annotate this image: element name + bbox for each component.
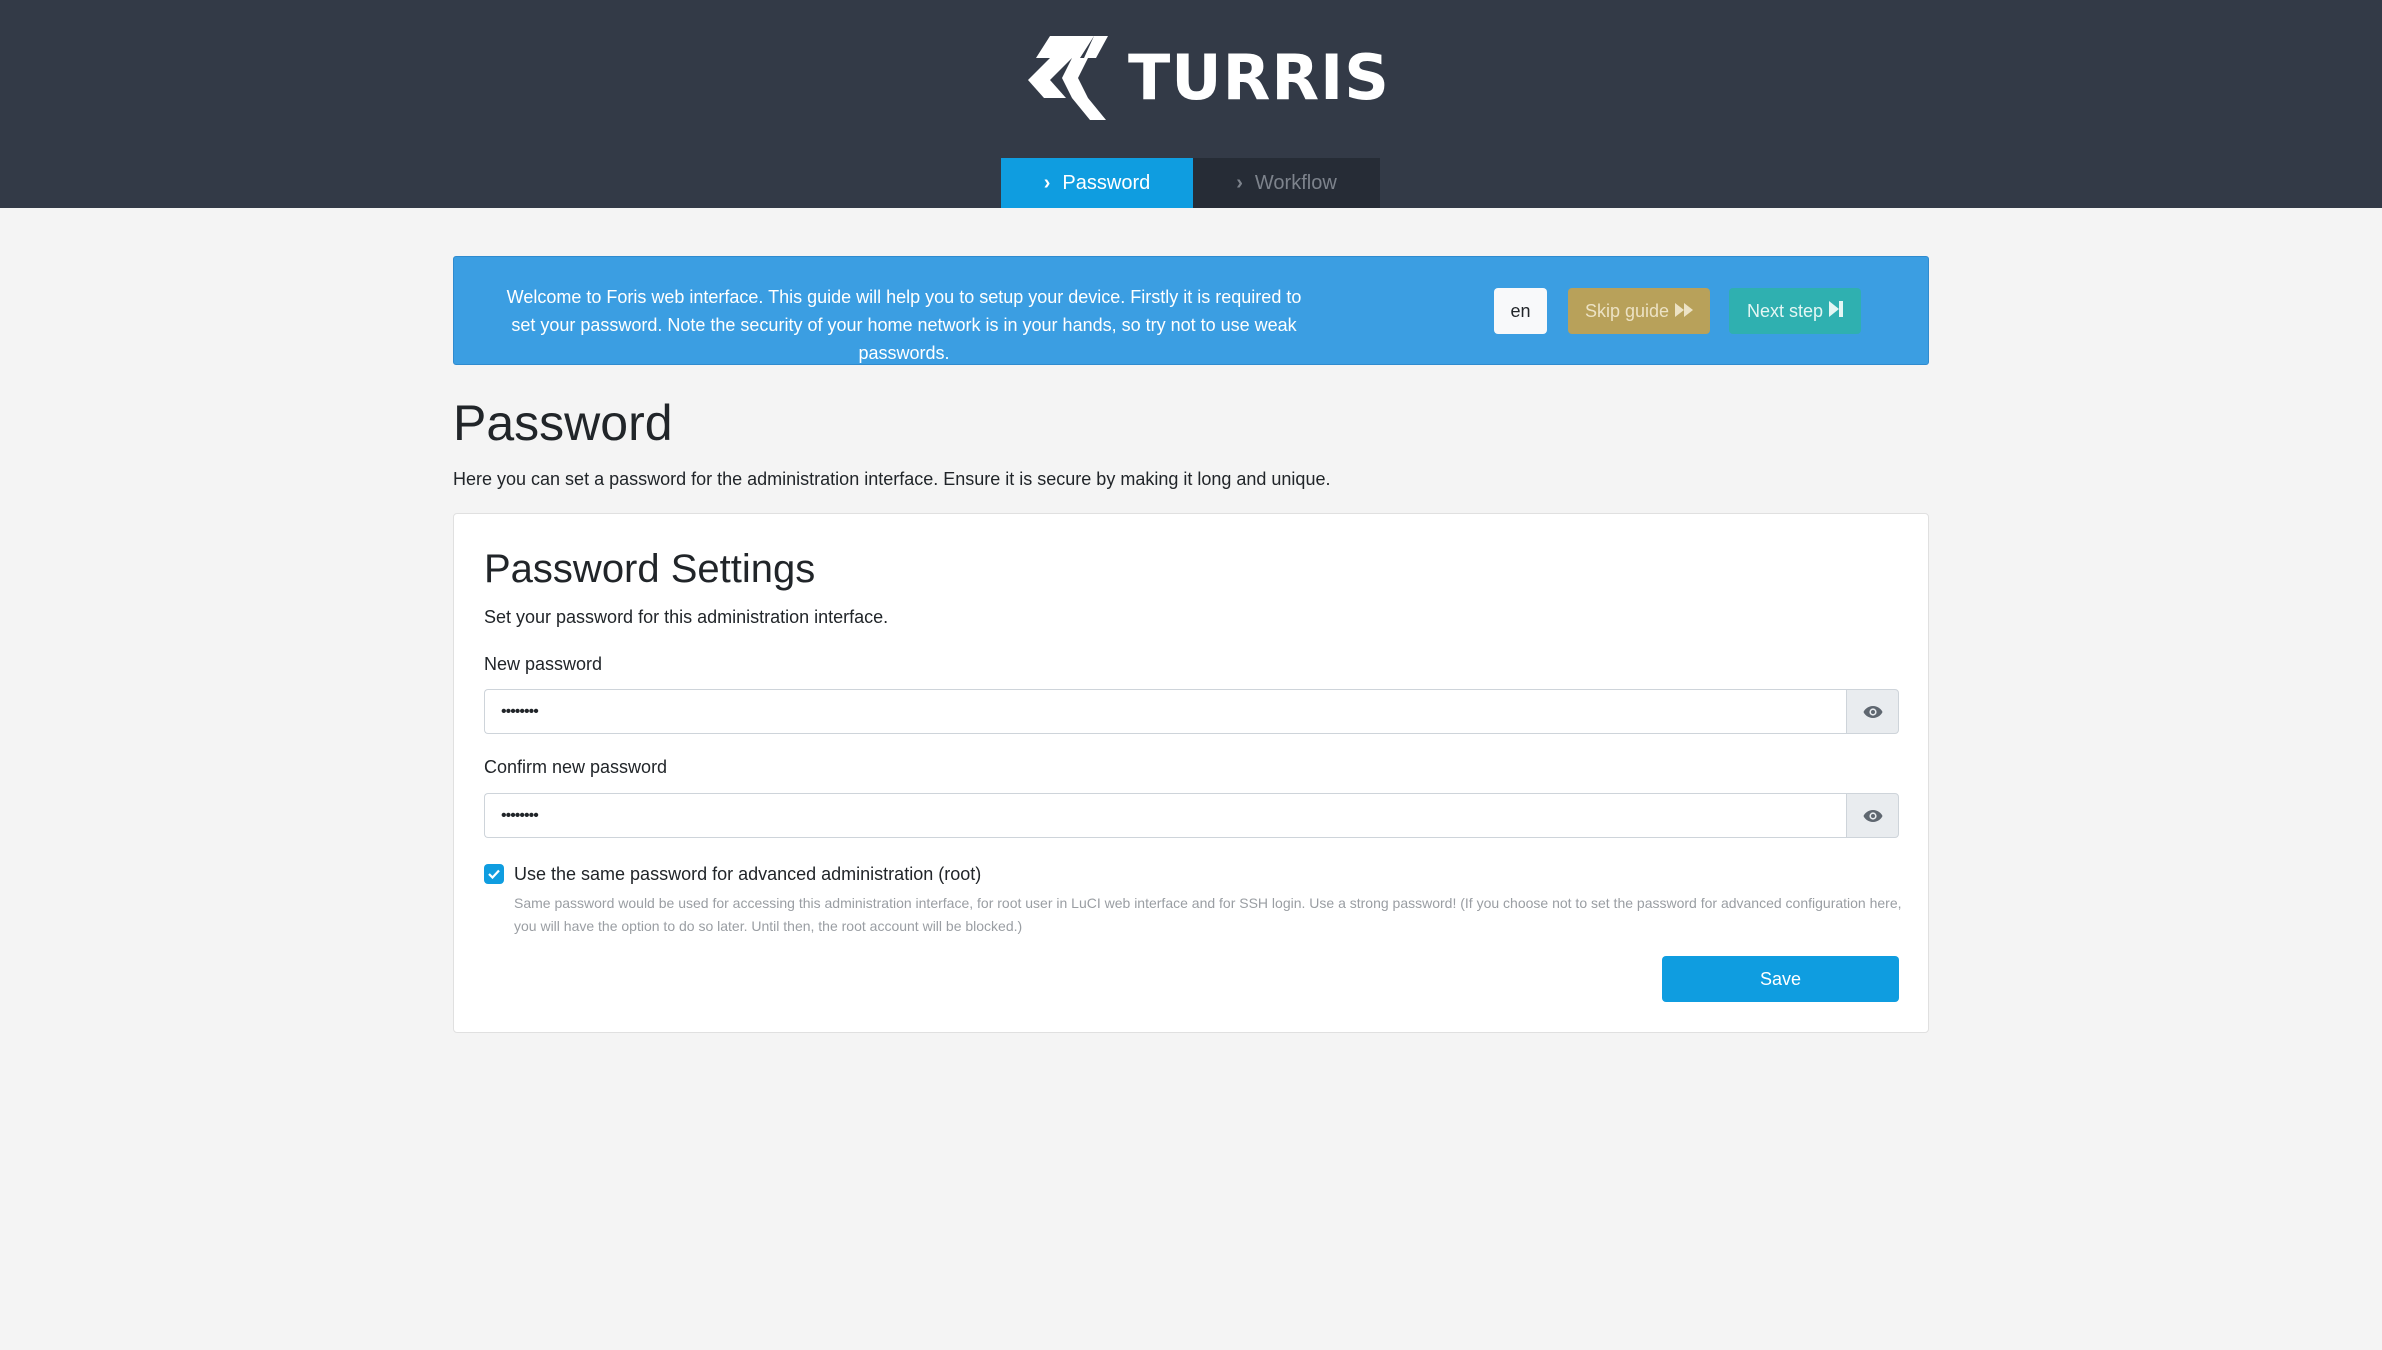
root-password-help: Same password would be used for accessin… [514, 895, 1902, 934]
show-confirm-password-button[interactable] [1846, 793, 1899, 838]
checkmark-icon [488, 869, 500, 879]
page-description: Here you can set a password for the admi… [453, 469, 1331, 489]
root-password-label: Use the same password for advanced admin… [514, 864, 982, 884]
save-label: Save [1759, 968, 1802, 989]
tab-password-label: Password [1062, 171, 1151, 194]
confirm-password-input[interactable]: •••••••• [484, 793, 1846, 838]
confirm-password-group: •••••••• [484, 793, 1899, 838]
guide-message: Welcome to Foris web interface. This gui… [506, 287, 1302, 363]
step-forward-icon [1829, 300, 1844, 322]
page-title: Password [453, 395, 673, 451]
new-password-group: •••••••• [484, 689, 1899, 734]
card-title: Password Settings [484, 547, 816, 591]
save-button[interactable]: Save [1662, 956, 1899, 1002]
next-step-button[interactable]: Next step [1729, 288, 1861, 334]
chevron-right-icon: › [1236, 171, 1243, 194]
top-header: TURRIS › Password › Workflow [0, 0, 2382, 208]
new-password-input[interactable]: •••••••• [484, 689, 1846, 734]
root-password-checkbox[interactable] [484, 864, 504, 884]
eye-icon [1863, 705, 1882, 718]
confirm-password-label: Confirm new password [484, 757, 668, 777]
skip-guide-button[interactable]: Skip guide [1568, 288, 1710, 334]
card-description: Set your password for this administratio… [484, 607, 889, 627]
turris-logo-icon [1028, 36, 1108, 120]
tab-workflow[interactable]: › Workflow [1193, 158, 1380, 208]
password-settings-card: Password Settings Set your password for … [453, 513, 1929, 1033]
turris-logo[interactable]: TURRIS [1028, 36, 1390, 120]
fast-forward-icon [1675, 301, 1694, 322]
root-password-option: Use the same password for advanced admin… [484, 861, 981, 887]
tab-password[interactable]: › Password [1001, 158, 1193, 208]
chevron-right-icon: › [1043, 171, 1051, 194]
skip-guide-label: Skip guide [1584, 300, 1670, 321]
next-step-label: Next step [1746, 300, 1824, 321]
tab-workflow-label: Workflow [1254, 171, 1337, 194]
brand-name: TURRIS [1128, 41, 1390, 114]
guide-banner: Welcome to Foris web interface. This gui… [453, 256, 1929, 365]
new-password-label: New password [484, 654, 603, 674]
language-button[interactable]: en [1494, 288, 1547, 334]
show-new-password-button[interactable] [1846, 689, 1899, 734]
wizard-tabs: › Password › Workflow [1001, 158, 1380, 208]
language-label: en [1510, 300, 1531, 321]
eye-icon [1863, 809, 1882, 822]
